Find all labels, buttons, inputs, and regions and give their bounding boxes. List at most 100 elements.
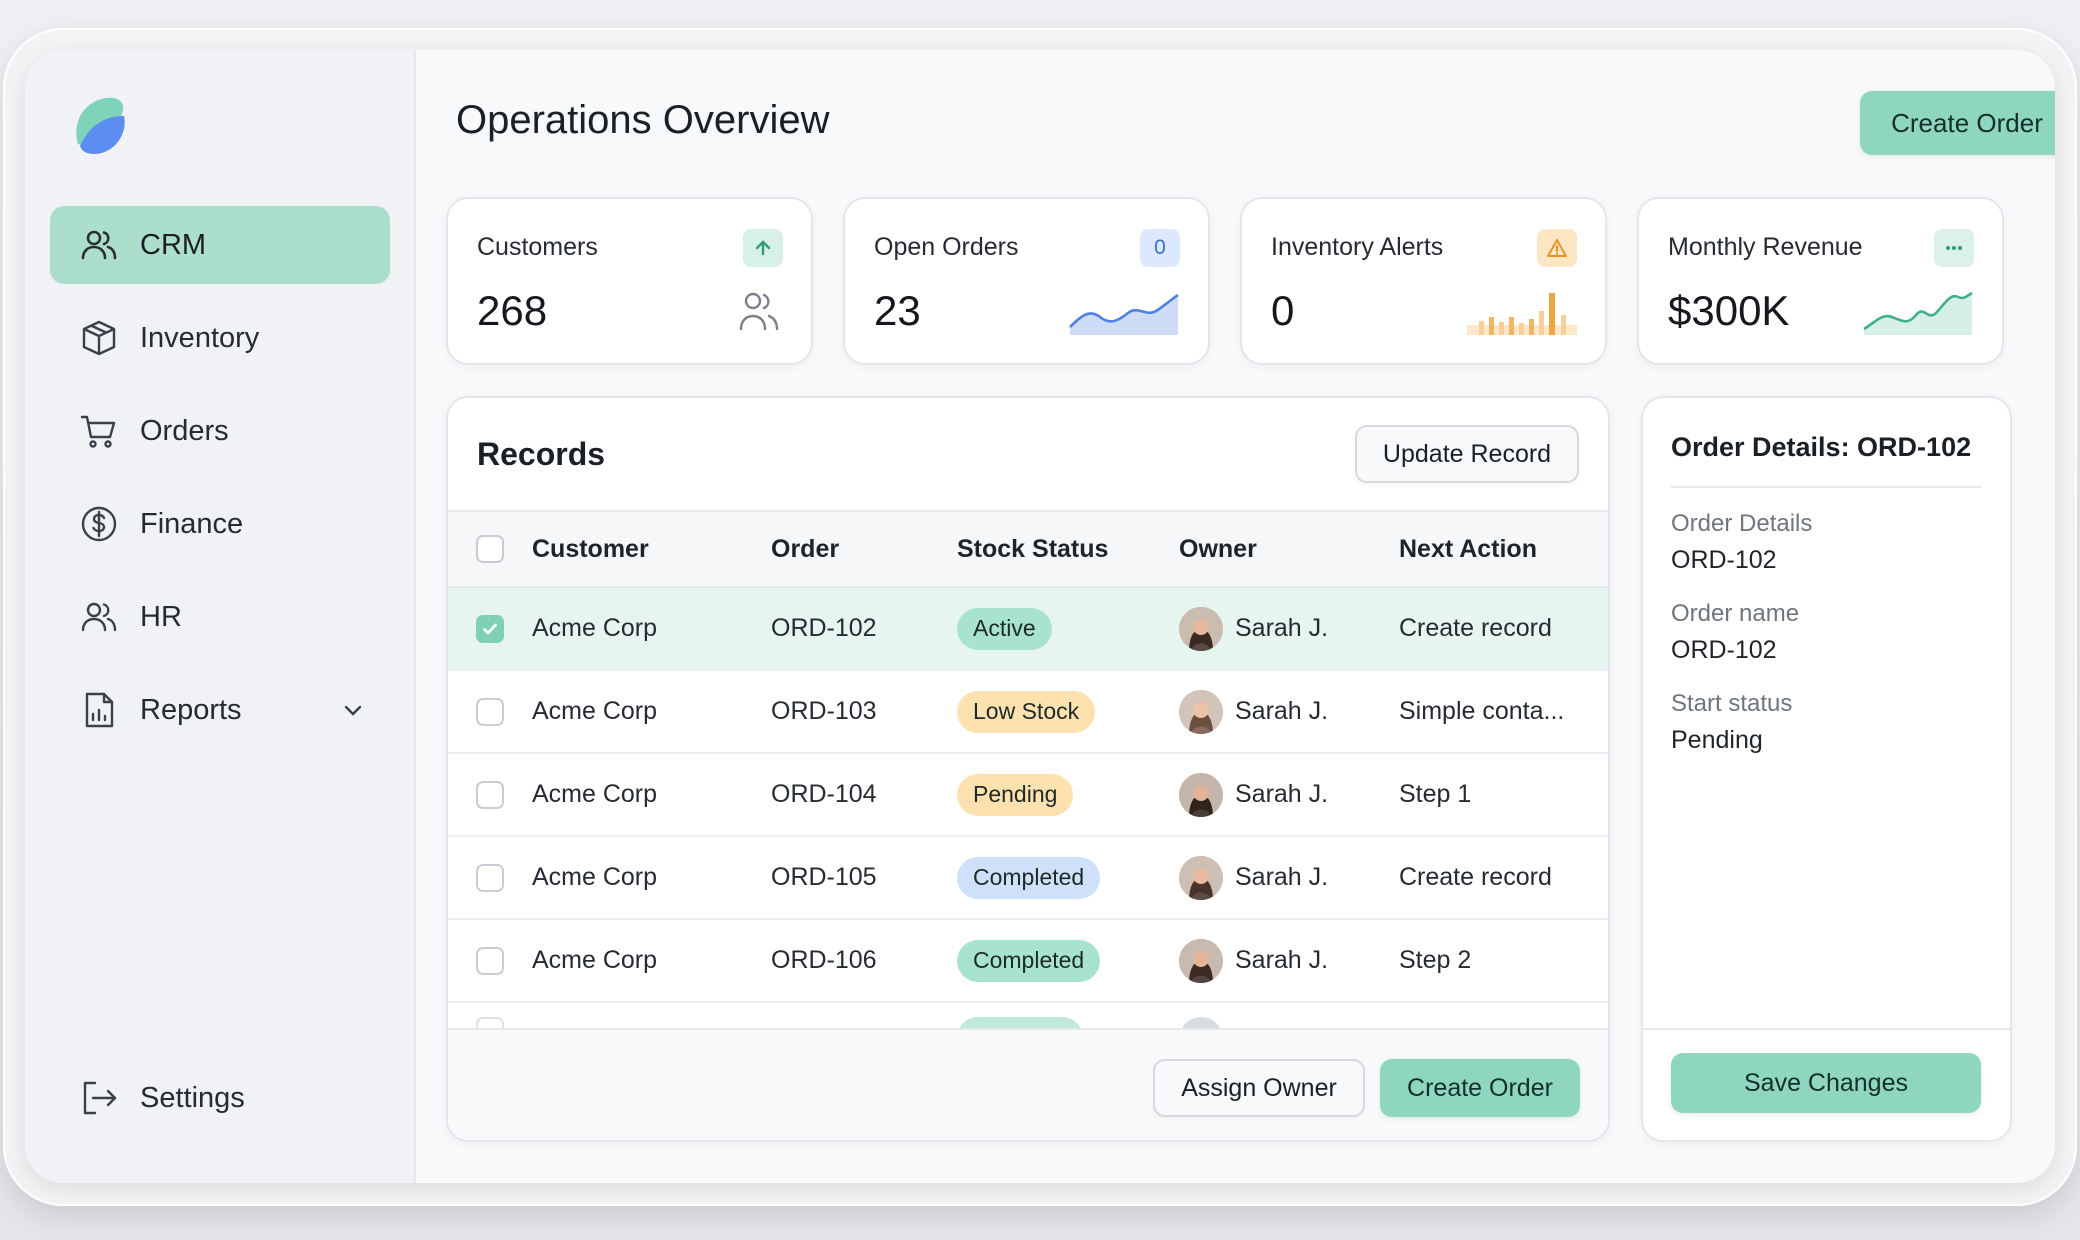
sparkline-chart <box>1068 287 1180 335</box>
create-order-button[interactable]: Create Order <box>1380 1059 1580 1117</box>
sidebar-item-crm[interactable]: CRM <box>50 206 390 284</box>
app-logo <box>70 94 130 156</box>
kpi-value: 23 <box>874 287 921 334</box>
chevron-down-icon[interactable] <box>340 697 366 723</box>
detail-label: Order name <box>1671 600 1800 627</box>
sidebar-item-settings[interactable]: Settings <box>78 1077 245 1119</box>
detail-field: Order name ORD-102 <box>1671 600 1799 665</box>
avatar <box>1179 689 1223 734</box>
column-header-stock-status[interactable]: Stock Status <box>957 512 1108 586</box>
sidebar-item-label: Orders <box>140 414 229 447</box>
sidebar-item-label: HR <box>140 600 182 633</box>
users-icon <box>78 596 120 638</box>
status-badge: Pending <box>957 773 1074 816</box>
table-body: Acme Corp ORD-102 Active Sarah J. Create… <box>448 588 1608 1003</box>
next-action-cell: Step 2 <box>1399 946 1472 974</box>
owner-name: Sarah J. <box>1235 946 1329 974</box>
detail-value: Pending <box>1671 726 1763 754</box>
users-icon <box>671 287 783 335</box>
details-title: Order Details: ORD-102 <box>1671 432 1972 462</box>
sidebar-item-finance[interactable]: Finance <box>50 485 390 563</box>
customer-cell: Acme Corp <box>532 780 658 808</box>
table-row[interactable]: Acme Corp ORD-103 Low Stock Sarah J. Sim… <box>448 671 1608 754</box>
users-icon <box>78 224 120 266</box>
records-title: Records <box>477 436 606 472</box>
next-action-cell: Simple conta... <box>1399 697 1565 725</box>
kpi-label: Customers <box>477 233 598 261</box>
records-footer: Assign Owner Create Order <box>448 1028 1608 1140</box>
box-icon <box>78 317 120 359</box>
customer-cell: Acme Corp <box>532 697 658 725</box>
main-content: Operations Overview Create Order Custome… <box>416 50 2055 1183</box>
app-window: CRM Inventory Orders Finance HR Reports … <box>25 50 2055 1183</box>
sidebar-item-hr[interactable]: HR <box>50 578 390 656</box>
sidebar-item-label: Finance <box>140 507 244 540</box>
sidebar-item-orders[interactable]: Orders <box>50 392 390 470</box>
row-checkbox[interactable] <box>476 697 504 726</box>
next-action-cell: Create record <box>1399 614 1552 642</box>
status-badge: Low Stock <box>957 690 1096 733</box>
column-header-owner[interactable]: Owner <box>1179 512 1257 586</box>
arrow-up-icon <box>743 229 783 267</box>
column-header-customer[interactable]: Customer <box>532 512 649 586</box>
order-cell: ORD-104 <box>771 780 877 808</box>
detail-field: Start status Pending <box>1671 690 1792 755</box>
sidebar-item-reports[interactable]: Reports <box>50 671 390 749</box>
settings-label: Settings <box>140 1081 245 1114</box>
next-action-cell: Step 1 <box>1399 780 1472 808</box>
page-title: Operations Overview <box>456 98 830 142</box>
customer-cell: Acme Corp <box>532 946 658 974</box>
column-header-next-action[interactable]: Next Action <box>1399 512 1537 586</box>
cart-icon <box>78 410 120 452</box>
detail-field: Order Details ORD-102 <box>1671 510 1812 575</box>
kpi-cards: Customers 268 Open Orders 23 0 Inventory… <box>446 197 2004 365</box>
divider <box>1671 486 1981 488</box>
owner-name: Sarah J. <box>1235 614 1329 642</box>
update-record-button[interactable]: Update Record <box>1355 425 1579 483</box>
sparkline-chart <box>1862 287 1974 335</box>
sidebar-item-label: CRM <box>140 228 207 261</box>
kpi-card-inventory-alerts[interactable]: Inventory Alerts 0 <box>1240 197 1607 365</box>
row-checkbox[interactable] <box>476 946 504 975</box>
save-changes-button[interactable]: Save Changes <box>1671 1053 1981 1113</box>
customer-cell: Acme Corp <box>532 863 658 891</box>
kpi-label: Monthly Revenue <box>1668 233 1863 261</box>
table-row[interactable]: Acme Corp ORD-105 Completed Sarah J. Cre… <box>448 837 1608 920</box>
more-icon[interactable] <box>1934 229 1974 267</box>
create-order-button[interactable]: Create Order <box>1860 91 2055 155</box>
sidebar-item-inventory[interactable]: Inventory <box>50 299 390 377</box>
order-cell: ORD-105 <box>771 863 877 891</box>
status-badge: Active <box>957 607 1052 650</box>
warning-icon <box>1537 229 1577 267</box>
records-panel: Records Update Record Customer Order Sto… <box>446 396 1610 1142</box>
bar-sparkline <box>1465 287 1577 335</box>
dollar-icon <box>78 503 120 545</box>
row-checkbox[interactable] <box>476 863 504 892</box>
kpi-label: Open Orders <box>874 233 1019 261</box>
kpi-card-open-orders[interactable]: Open Orders 23 0 <box>843 197 1210 365</box>
row-checkbox[interactable] <box>476 780 504 809</box>
next-action-cell: Create record <box>1399 863 1552 891</box>
column-header-order[interactable]: Order <box>771 512 839 586</box>
table-row[interactable]: Acme Corp ORD-106 Completed Sarah J. Ste… <box>448 920 1608 1003</box>
sidebar-nav: CRM Inventory Orders Finance HR Reports <box>50 206 390 764</box>
kpi-card-customers[interactable]: Customers 268 <box>446 197 813 365</box>
count-badge: 0 <box>1140 229 1180 267</box>
avatar <box>1179 772 1223 817</box>
sidebar-item-label: Reports <box>140 693 242 726</box>
table-row[interactable]: Acme Corp ORD-102 Active Sarah J. Create… <box>448 588 1608 671</box>
detail-value: ORD-102 <box>1671 546 1777 574</box>
avatar <box>1179 855 1223 900</box>
assign-owner-button[interactable]: Assign Owner <box>1153 1059 1365 1117</box>
kpi-value: $300K <box>1668 287 1790 334</box>
detail-label: Start status <box>1671 690 1793 717</box>
select-all-checkbox[interactable] <box>476 535 504 563</box>
table-row[interactable]: Acme Corp ORD-104 Pending Sarah J. Step … <box>448 754 1608 837</box>
avatar <box>1179 606 1223 651</box>
owner-name: Sarah J. <box>1235 697 1329 725</box>
logout-icon <box>78 1077 120 1119</box>
row-checkbox[interactable] <box>476 614 504 643</box>
status-badge: Completed <box>957 856 1101 899</box>
owner-name: Sarah J. <box>1235 780 1329 808</box>
kpi-card-monthly-revenue[interactable]: Monthly Revenue $300K <box>1637 197 2004 365</box>
